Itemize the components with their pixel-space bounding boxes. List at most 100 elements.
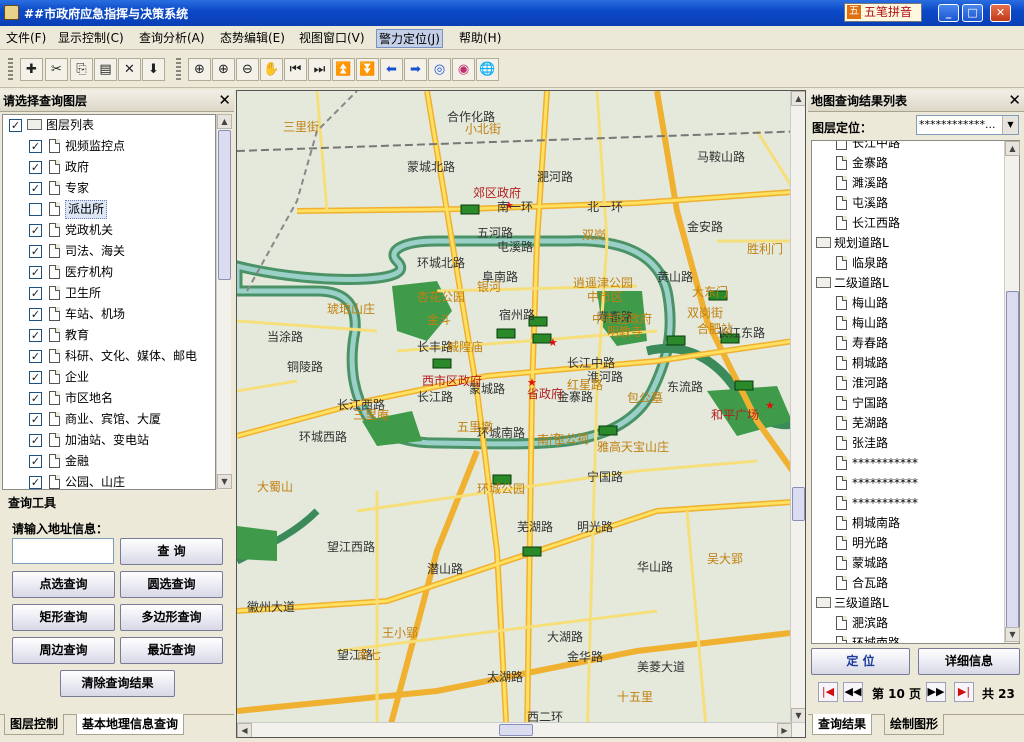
layer-checkbox[interactable]: ✓: [29, 434, 42, 447]
layer-row[interactable]: ✓ 车站、机场: [3, 304, 215, 325]
layer-checkbox[interactable]: ✓: [29, 266, 42, 279]
move-up-icon[interactable]: ⏫: [332, 58, 355, 81]
layer-checkbox[interactable]: ✓: [29, 308, 42, 321]
scroll-down-icon[interactable]: ▼: [791, 708, 805, 723]
locate-icon[interactable]: ◎: [428, 58, 451, 81]
detail-button[interactable]: 详细信息: [918, 648, 1020, 675]
checkbox[interactable]: ✓: [9, 119, 22, 132]
prev-page-icon[interactable]: ◀◀: [843, 682, 863, 702]
layer-row[interactable]: ✓ 政府: [3, 157, 215, 178]
copy-icon[interactable]: ⎘: [70, 58, 93, 81]
toolbar-grip-2[interactable]: [176, 58, 181, 82]
layer-row[interactable]: ✓ 党政机关: [3, 220, 215, 241]
tab-layer-control[interactable]: 图层控制: [4, 714, 65, 735]
menu-query[interactable]: 查询分析(A): [137, 29, 207, 48]
cut-icon[interactable]: ✂: [45, 58, 68, 81]
layer-row[interactable]: ✓ 市区地名: [3, 388, 215, 409]
layer-row[interactable]: ✓ 医疗机构: [3, 262, 215, 283]
map-view[interactable]: ★ ★ ★ ★ 长江中路 长江西路 长江东路 长江路 环城北路 环城西路 环城南路 五河路 寿春路淮…: [236, 90, 806, 738]
menu-display[interactable]: 显示控制(C): [56, 29, 126, 48]
polygon-query-button[interactable]: 多边形查询: [120, 604, 223, 631]
menu-file[interactable]: 文件(F): [4, 29, 48, 48]
result-item[interactable]: ***********: [812, 473, 1002, 494]
result-item[interactable]: 长江西路: [812, 213, 1002, 234]
import-icon[interactable]: ⬇: [142, 58, 165, 81]
scroll-right-icon[interactable]: ▶: [777, 723, 792, 737]
result-group[interactable]: 规划道路L: [812, 233, 1002, 254]
layer-checkbox[interactable]: ✓: [29, 224, 42, 237]
ime-indicator[interactable]: 五五笔拼音: [844, 3, 922, 22]
scroll-thumb[interactable]: [792, 487, 805, 521]
layer-checkbox[interactable]: ✓: [29, 161, 42, 174]
result-item[interactable]: 环城南路: [812, 633, 1002, 643]
layer-row[interactable]: ✓ 企业: [3, 367, 215, 388]
forward-arrow-icon[interactable]: ➡: [404, 58, 427, 81]
toolbar-grip[interactable]: [8, 58, 13, 82]
prev-extent-icon[interactable]: ⏮: [284, 58, 307, 81]
layer-row[interactable]: ✓ 科研、文化、媒体、邮电: [3, 346, 215, 367]
result-group[interactable]: 三级道路L: [812, 593, 1002, 614]
result-item[interactable]: ***********: [812, 453, 1002, 474]
result-item[interactable]: 金寨路: [812, 153, 1002, 174]
result-item[interactable]: 屯溪路: [812, 193, 1002, 214]
close-button[interactable]: ✕: [990, 4, 1011, 22]
layer-row[interactable]: ✓ 金融: [3, 451, 215, 472]
scroll-up-icon[interactable]: ▲: [217, 114, 232, 129]
layer-checkbox[interactable]: ✓: [29, 413, 42, 426]
map-horizontal-scrollbar[interactable]: ◀ ▶: [237, 722, 805, 737]
layer-checkbox[interactable]: ✓: [29, 350, 42, 363]
paste-icon[interactable]: ▤: [94, 58, 117, 81]
map-canvas[interactable]: ★★ ★★ 长江中路长江西路长江东路长江路环城北路环城西路 环城南路五河路寿春路淮…: [237, 91, 806, 738]
scroll-up-icon[interactable]: ▲: [1005, 141, 1020, 156]
delete-icon[interactable]: ✕: [118, 58, 141, 81]
result-item[interactable]: 蒙城路: [812, 553, 1002, 574]
nearest-query-button[interactable]: 最近查询: [120, 637, 223, 664]
menu-police[interactable]: 警力定位(J): [376, 29, 443, 48]
next-page-icon[interactable]: ▶▶: [926, 682, 946, 702]
add-layer-icon[interactable]: ✚: [20, 58, 43, 81]
tree-root[interactable]: ✓ 图层列表: [3, 115, 215, 136]
layer-row[interactable]: ✓ 卫生所: [3, 283, 215, 304]
rect-query-button[interactable]: 矩形查询: [12, 604, 115, 631]
result-item[interactable]: 梅山路: [812, 293, 1002, 314]
scroll-thumb[interactable]: [499, 724, 533, 736]
pan-icon[interactable]: ✋: [260, 58, 283, 81]
layer-row[interactable]: 派出所: [3, 199, 215, 220]
result-item[interactable]: 桐城南路: [812, 513, 1002, 534]
layer-row[interactable]: ✓ 司法、海关: [3, 241, 215, 262]
clear-results-button[interactable]: 清除查询结果: [60, 670, 175, 697]
scroll-down-icon[interactable]: ▼: [1005, 627, 1020, 642]
locate-button[interactable]: 定 位: [811, 648, 910, 675]
result-group[interactable]: 二级道路L: [812, 273, 1002, 294]
layer-tree-scrollbar[interactable]: ▲ ▼: [216, 114, 232, 490]
result-item[interactable]: 明光路: [812, 533, 1002, 554]
result-item[interactable]: 梅山路: [812, 313, 1002, 334]
layer-row[interactable]: ✓ 专家: [3, 178, 215, 199]
move-down-icon[interactable]: ⏬: [356, 58, 379, 81]
result-item[interactable]: 芜湖路: [812, 413, 1002, 434]
layer-checkbox[interactable]: ✓: [29, 287, 42, 300]
globe-icon[interactable]: 🌐: [476, 58, 499, 81]
layer-checkbox[interactable]: ✓: [29, 476, 42, 489]
result-item[interactable]: 寿春路: [812, 333, 1002, 354]
result-item[interactable]: 淝滨路: [812, 613, 1002, 634]
query-button[interactable]: 查 询: [120, 538, 223, 565]
point-query-button[interactable]: 点选查询: [12, 571, 115, 598]
layer-checkbox[interactable]: ✓: [29, 140, 42, 153]
layer-checkbox[interactable]: ✓: [29, 455, 42, 468]
layer-checkbox[interactable]: ✓: [29, 392, 42, 405]
result-item[interactable]: 宁国路: [812, 393, 1002, 414]
zoom-in-icon[interactable]: ⊕: [212, 58, 235, 81]
zoom-region-icon[interactable]: ⊕: [188, 58, 211, 81]
result-item[interactable]: 合瓦路: [812, 573, 1002, 594]
around-query-button[interactable]: 周边查询: [12, 637, 115, 664]
minimize-button[interactable]: _: [938, 4, 959, 22]
layer-row[interactable]: ✓ 教育: [3, 325, 215, 346]
address-input[interactable]: [12, 538, 114, 564]
maximize-button[interactable]: □: [962, 4, 983, 22]
close-icon[interactable]: ✕: [218, 92, 231, 109]
tab-query-results[interactable]: 查询结果: [812, 714, 873, 735]
scroll-thumb[interactable]: [218, 130, 231, 280]
layer-row[interactable]: ✓ 公园、山庄: [3, 472, 215, 489]
layer-row[interactable]: ✓ 视频监控点: [3, 136, 215, 157]
